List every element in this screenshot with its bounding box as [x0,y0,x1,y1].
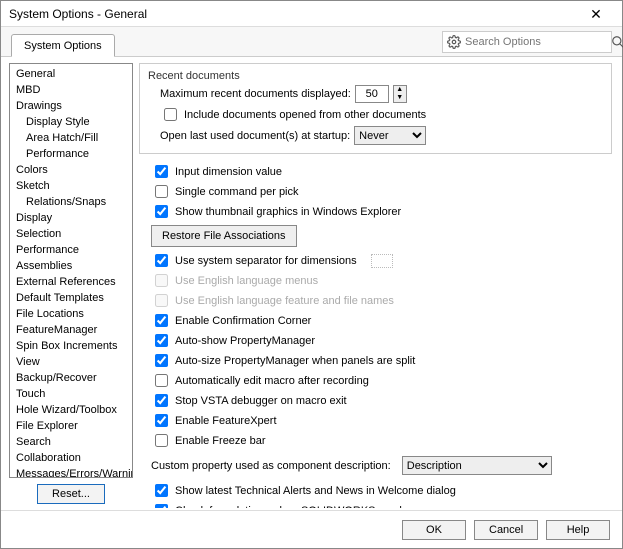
auto-edit-macro-label: Automatically edit macro after recording [175,373,369,389]
gear-icon[interactable] [447,35,461,49]
single-cmd-label: Single command per pick [175,184,299,200]
help-button[interactable]: Help [546,520,610,540]
nav-item[interactable]: MBD [10,82,132,98]
body: GeneralMBDDrawingsDisplay StyleArea Hatc… [1,57,622,510]
tab-system-options[interactable]: System Options [11,34,115,57]
eng-menu-checkbox [155,274,168,287]
tech-alerts-checkbox[interactable] [155,484,168,497]
nav-item[interactable]: Performance [10,146,132,162]
freeze-label: Enable Freeze bar [175,433,266,449]
dialog-window: System Options - General ✕ System Option… [0,0,623,549]
max-recent-input[interactable] [355,85,389,103]
nav-item[interactable]: File Explorer [10,418,132,434]
auto-edit-macro-checkbox[interactable] [155,374,168,387]
conf-corner-checkbox[interactable] [155,314,168,327]
category-list[interactable]: GeneralMBDDrawingsDisplay StyleArea Hatc… [9,63,133,478]
stop-vsta-checkbox[interactable] [155,394,168,407]
eng-files-label: Use English language feature and file na… [175,293,394,309]
search-input[interactable] [461,32,611,52]
nav-item[interactable]: Performance [10,242,132,258]
nav-item[interactable]: Relations/Snaps [10,194,132,210]
nav-item[interactable]: Spin Box Increments [10,338,132,354]
featurexpert-label: Enable FeatureXpert [175,413,277,429]
sys-sep-checkbox[interactable] [155,254,168,267]
ok-button[interactable]: OK [402,520,466,540]
thumbs-label: Show thumbnail graphics in Windows Explo… [175,204,401,220]
general-options: Input dimension value Single command per… [139,162,612,508]
close-icon[interactable]: ✕ [578,4,614,24]
eng-menu-label: Use English language menus [175,273,318,289]
conf-corner-label: Enable Confirmation Corner [175,313,311,329]
nav-item[interactable]: Hole Wizard/Toolbox [10,402,132,418]
reset-button[interactable]: Reset... [37,484,105,504]
input-dim-label: Input dimension value [175,164,282,180]
nav-item[interactable]: File Locations [10,306,132,322]
restore-assoc-button[interactable]: Restore File Associations [151,225,297,247]
nav-item[interactable]: Backup/Recover [10,370,132,386]
search-icon[interactable] [611,35,623,49]
startup-select[interactable]: Never [354,126,426,145]
recent-docs-label: Recent documents [148,70,603,82]
footer: OK Cancel Help [1,510,622,548]
autoshow-pm-label: Auto-show PropertyManager [175,333,315,349]
nav-item[interactable]: General [10,66,132,82]
startup-label: Open last used document(s) at startup: [160,128,350,144]
autoshow-pm-checkbox[interactable] [155,334,168,347]
nav-item[interactable]: External References [10,274,132,290]
nav-item[interactable]: Touch [10,386,132,402]
nav-item[interactable]: Drawings [10,98,132,114]
eng-files-checkbox [155,294,168,307]
recent-docs-group: Recent documents Maximum recent document… [139,63,612,154]
freeze-checkbox[interactable] [155,434,168,447]
check-solutions-label: Check for solutions when SOLIDWORKS cras… [175,503,417,509]
nav-item[interactable]: FeatureManager [10,322,132,338]
nav-item[interactable]: Selection [10,226,132,242]
content-pane: Recent documents Maximum recent document… [139,63,614,508]
thumbs-checkbox[interactable] [155,205,168,218]
autosize-pm-label: Auto-size PropertyManager when panels ar… [175,353,415,369]
nav-item[interactable]: Colors [10,162,132,178]
include-docs-label: Include documents opened from other docu… [184,107,426,123]
tech-alerts-label: Show latest Technical Alerts and News in… [175,483,456,499]
nav-item[interactable]: Collaboration [10,450,132,466]
cust-prop-select[interactable]: Description [402,456,552,475]
nav-item[interactable]: View [10,354,132,370]
window-title: System Options - General [9,7,578,21]
max-recent-label: Maximum recent documents displayed: [160,86,351,102]
nav-item[interactable]: Sketch [10,178,132,194]
search-wrap [442,31,612,53]
nav-column: GeneralMBDDrawingsDisplay StyleArea Hatc… [9,63,133,508]
separator-sample [371,254,393,268]
nav-item[interactable]: Area Hatch/Fill [10,130,132,146]
single-cmd-checkbox[interactable] [155,185,168,198]
input-dim-checkbox[interactable] [155,165,168,178]
nav-item[interactable]: Messages/Errors/Warnings [10,466,132,478]
check-solutions-checkbox[interactable] [155,504,168,508]
nav-item[interactable]: Display Style [10,114,132,130]
nav-item[interactable]: Display [10,210,132,226]
cust-prop-label: Custom property used as component descri… [151,458,391,474]
nav-item[interactable]: Assemblies [10,258,132,274]
autosize-pm-checkbox[interactable] [155,354,168,367]
titlebar: System Options - General ✕ [1,1,622,27]
featurexpert-checkbox[interactable] [155,414,168,427]
nav-item[interactable]: Search [10,434,132,450]
include-docs-checkbox[interactable] [164,108,177,121]
cancel-button[interactable]: Cancel [474,520,538,540]
nav-item[interactable]: Default Templates [10,290,132,306]
toolbar: System Options [1,27,622,57]
stop-vsta-label: Stop VSTA debugger on macro exit [175,393,347,409]
sys-sep-label: Use system separator for dimensions [175,253,357,269]
spinner-icon[interactable]: ▲▼ [393,85,407,103]
